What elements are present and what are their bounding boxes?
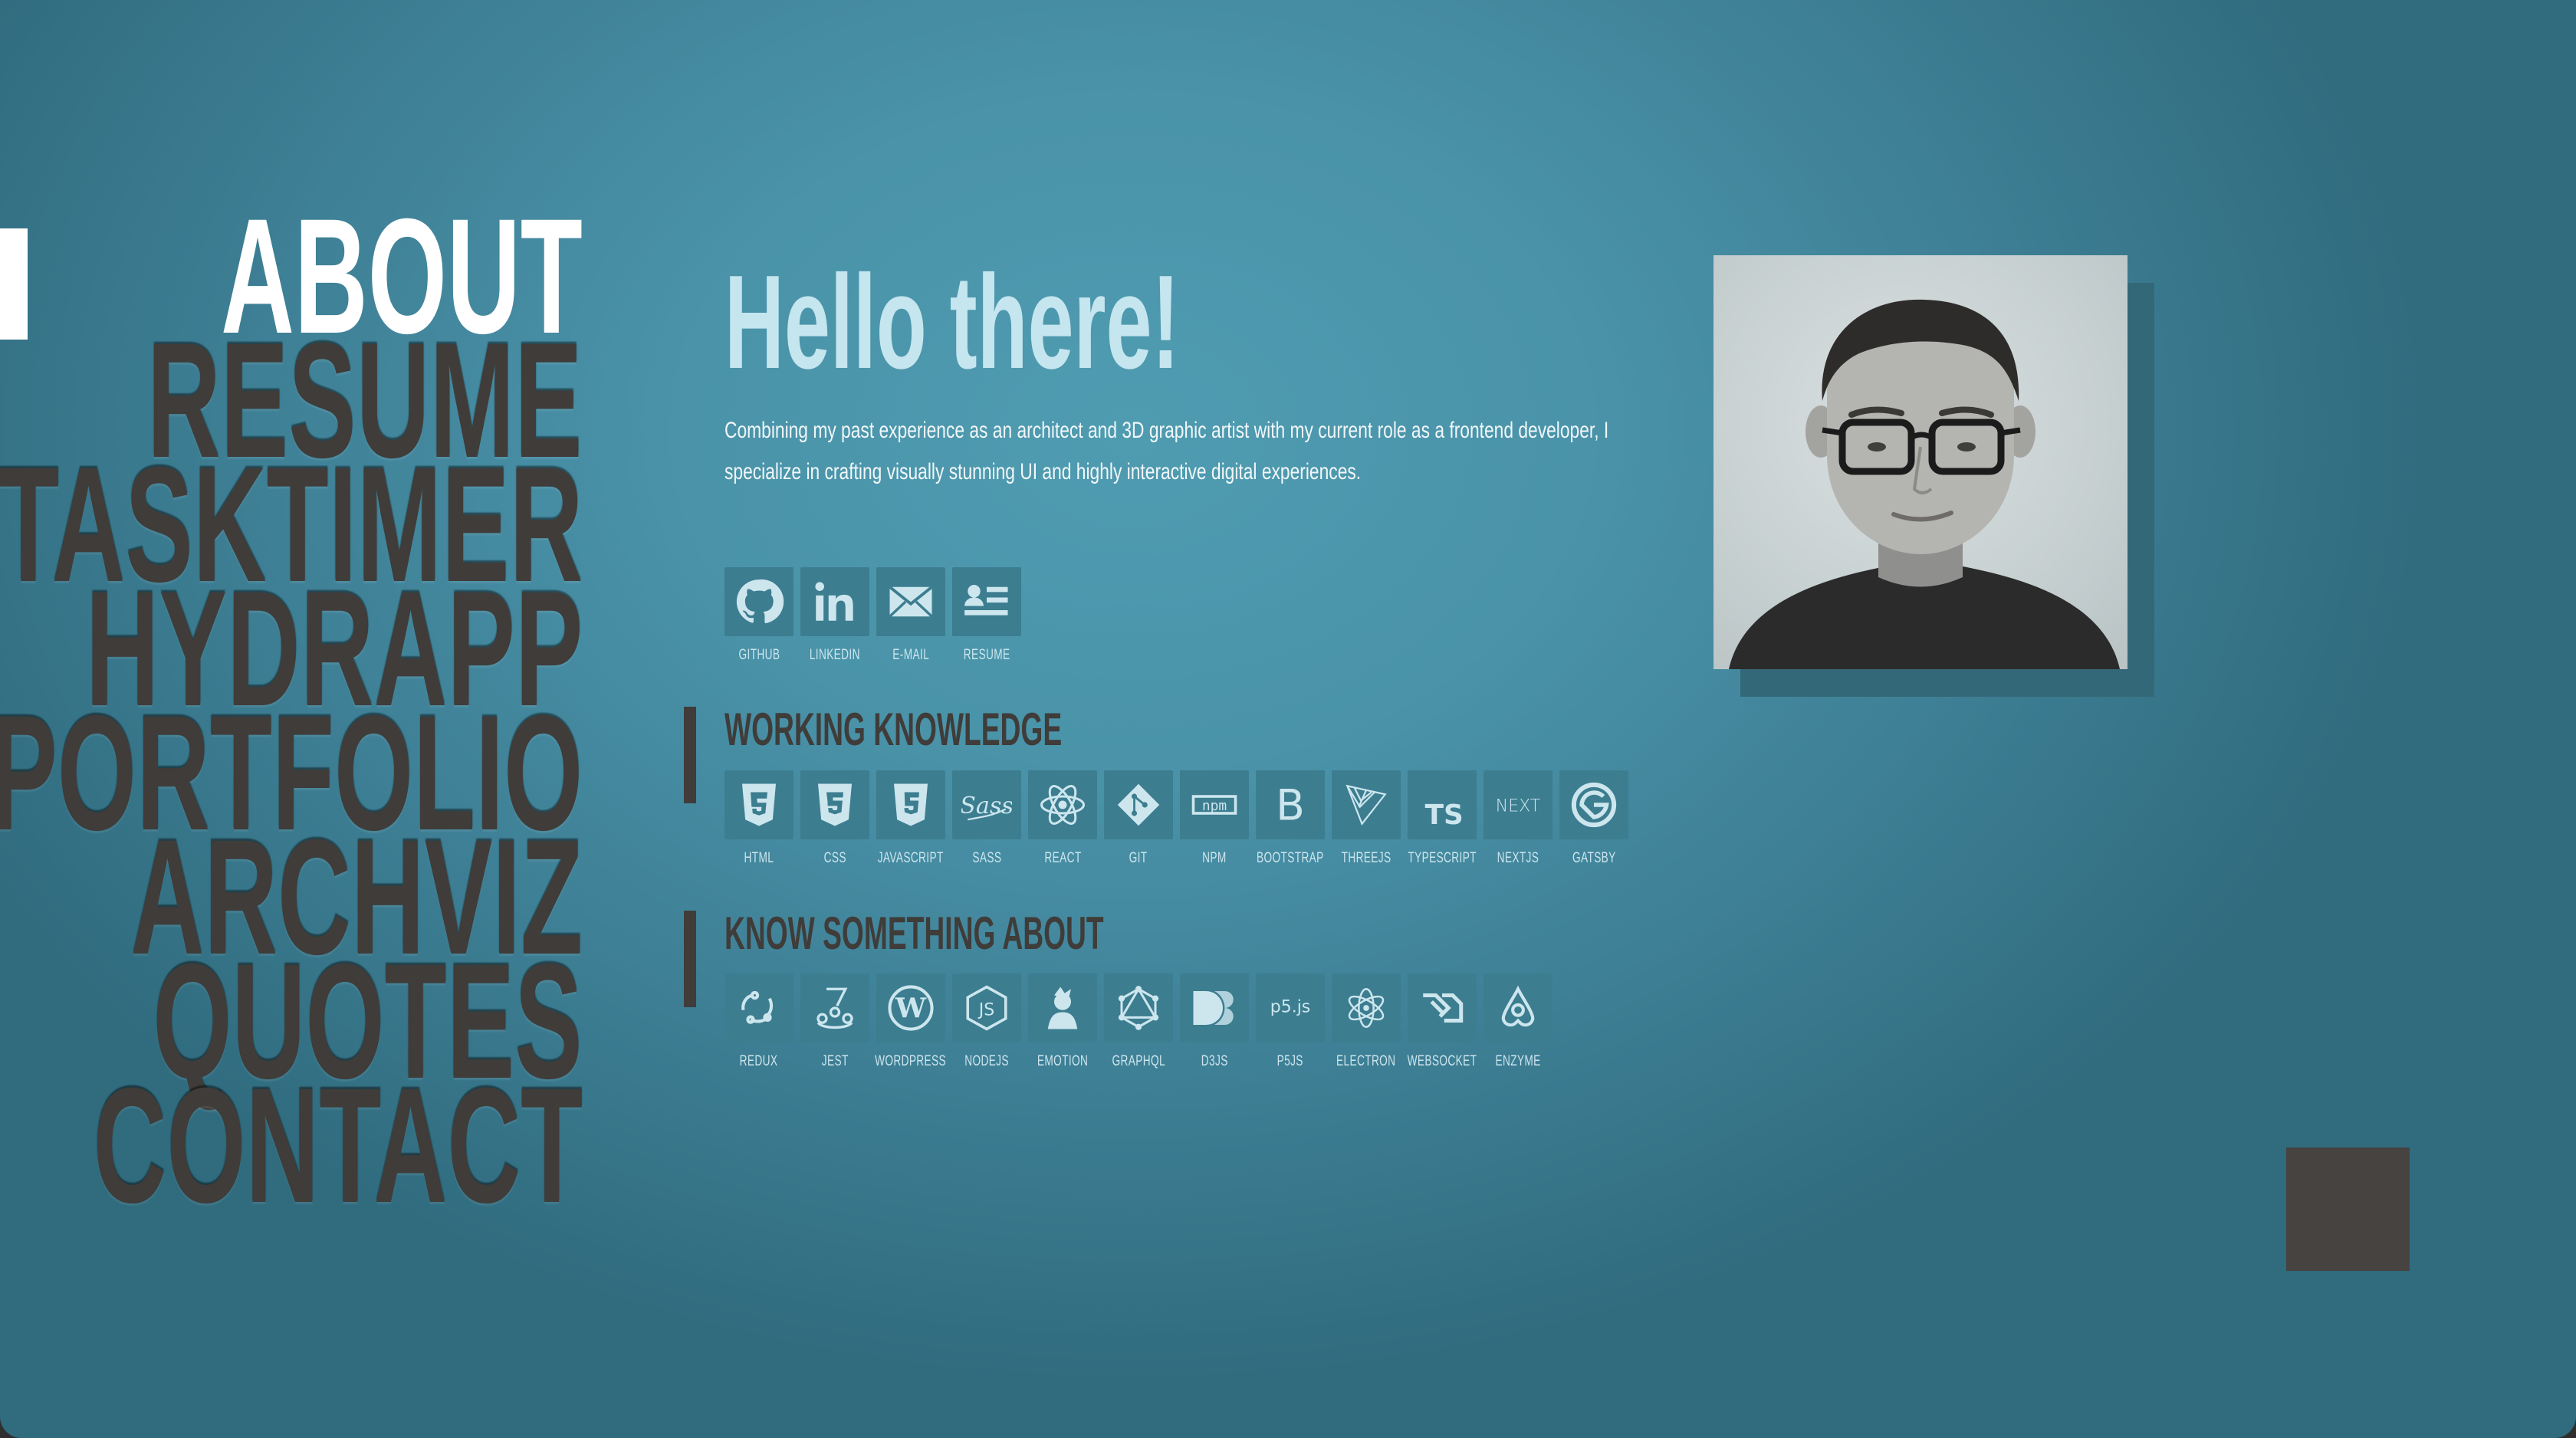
- threejs-icon: [1346, 784, 1387, 826]
- enzyme-icon: [1501, 985, 1535, 1027]
- jest-icon: [816, 987, 853, 1029]
- gatsby-icon: [1571, 782, 1617, 828]
- skill-p5js: p5.js P5JS: [1256, 973, 1325, 1070]
- electron-icon: [1348, 988, 1385, 1028]
- section-bar-working: [684, 707, 696, 803]
- wordpress-icon: W: [888, 985, 934, 1031]
- skill-websocket: WEBSOCKET: [1408, 973, 1477, 1070]
- nodejs-icon: JS: [966, 985, 1007, 1031]
- resume-link[interactable]: RESUME: [952, 567, 1021, 664]
- skill-redux: REDUX: [724, 973, 794, 1070]
- github-label: GITHUB: [738, 647, 780, 663]
- git-icon: [1117, 783, 1160, 826]
- skill-sass: Sass SASS: [952, 770, 1021, 867]
- redux-icon: [741, 990, 774, 1024]
- typescript-icon: TS: [1425, 799, 1464, 830]
- skill-enzyme: ENZYME: [1484, 973, 1552, 1070]
- skill-npm: npm NPM: [1180, 770, 1249, 867]
- graphql-icon: [1118, 986, 1159, 1030]
- skill-nextjs: NEXT NEXTJS: [1484, 770, 1552, 867]
- social-links: GITHUB LINKEDIN E-MAIL RESUME: [724, 567, 1028, 664]
- skill-d3js: D3JS: [1180, 973, 1249, 1070]
- know-something-title: KNOW SOMETHING ABOUT: [724, 908, 1104, 959]
- skill-jest: JEST: [800, 973, 869, 1070]
- linkedin-label: LINKEDIN: [810, 647, 860, 663]
- skill-git: GIT: [1104, 770, 1173, 867]
- scroll-square-button[interactable]: [2286, 1147, 2410, 1271]
- svg-text:W: W: [895, 992, 927, 1024]
- d3js-icon: [1193, 991, 1234, 1025]
- skill-bootstrap: B BOOTSTRAP: [1256, 770, 1325, 867]
- nav-item-contact[interactable]: CONTACT: [93, 1064, 583, 1228]
- bootstrap-icon: B: [1276, 780, 1305, 829]
- skill-emotion: EMOTION: [1028, 973, 1097, 1070]
- skill-wordpress: W WORDPRESS: [876, 973, 946, 1070]
- skill-gatsby: GATSBY: [1559, 770, 1628, 867]
- profile-photo: [1714, 255, 2128, 669]
- email-icon: [889, 586, 933, 618]
- svg-text:NEXT: NEXT: [1496, 796, 1540, 816]
- svg-text:B: B: [1276, 780, 1305, 829]
- skill-javascript: JAVASCRIPT: [876, 770, 945, 867]
- working-knowledge-title: WORKING KNOWLEDGE: [724, 704, 1063, 755]
- skill-css: CSS: [800, 770, 869, 867]
- github-icon: [736, 579, 784, 624]
- websocket-icon: [1423, 993, 1464, 1023]
- resume-label: RESUME: [963, 647, 1010, 663]
- emotion-icon: [1047, 987, 1078, 1029]
- intro-text: Combining my past experience as an archi…: [724, 418, 1609, 484]
- css3-icon: [818, 783, 852, 826]
- javascript-icon: [894, 783, 928, 826]
- skill-react: REACT: [1028, 770, 1097, 867]
- svg-text:JS: JS: [978, 1001, 994, 1020]
- section-bar-know: [684, 911, 696, 1007]
- page-title: Hello there!: [724, 247, 1180, 396]
- skill-typescript: TS TYPESCRIPT: [1408, 770, 1477, 867]
- skill-threejs: THREEJS: [1332, 770, 1401, 867]
- linkedin-link[interactable]: LINKEDIN: [800, 567, 869, 664]
- skill-graphql: GRAPHQL: [1104, 973, 1173, 1070]
- resume-icon: [964, 585, 1008, 616]
- p5js-icon: p5.js: [1270, 998, 1311, 1017]
- email-link[interactable]: E-MAIL: [876, 567, 945, 664]
- sass-icon: Sass: [961, 793, 1012, 821]
- svg-text:p5.js: p5.js: [1270, 998, 1311, 1017]
- react-icon: [1040, 785, 1086, 825]
- github-link[interactable]: GITHUB: [724, 567, 794, 664]
- main-nav: ABOUT RESUME TASKTIMER HYDRAPP PORTFOLIO…: [0, 195, 583, 1228]
- svg-text:TS: TS: [1425, 799, 1464, 830]
- skill-html: HTML: [724, 770, 794, 867]
- npm-icon: npm: [1191, 795, 1237, 815]
- linkedin-icon: [815, 582, 853, 621]
- email-label: E-MAIL: [892, 647, 929, 663]
- html5-icon: [742, 783, 776, 826]
- nextjs-icon: NEXT: [1496, 796, 1540, 816]
- know-something-list: REDUX JEST W WORDPRESS JS NODEJS EMOTION…: [724, 973, 1559, 1070]
- app-window: ABOUT RESUME TASKTIMER HYDRAPP PORTFOLIO…: [0, 0, 2576, 1438]
- skill-nodejs: JS NODEJS: [952, 973, 1021, 1070]
- svg-text:npm: npm: [1202, 798, 1227, 814]
- skill-electron: ELECTRON: [1332, 973, 1401, 1070]
- working-knowledge-list: HTML CSS JAVASCRIPT Sass SASS REACT GIT …: [724, 770, 1635, 867]
